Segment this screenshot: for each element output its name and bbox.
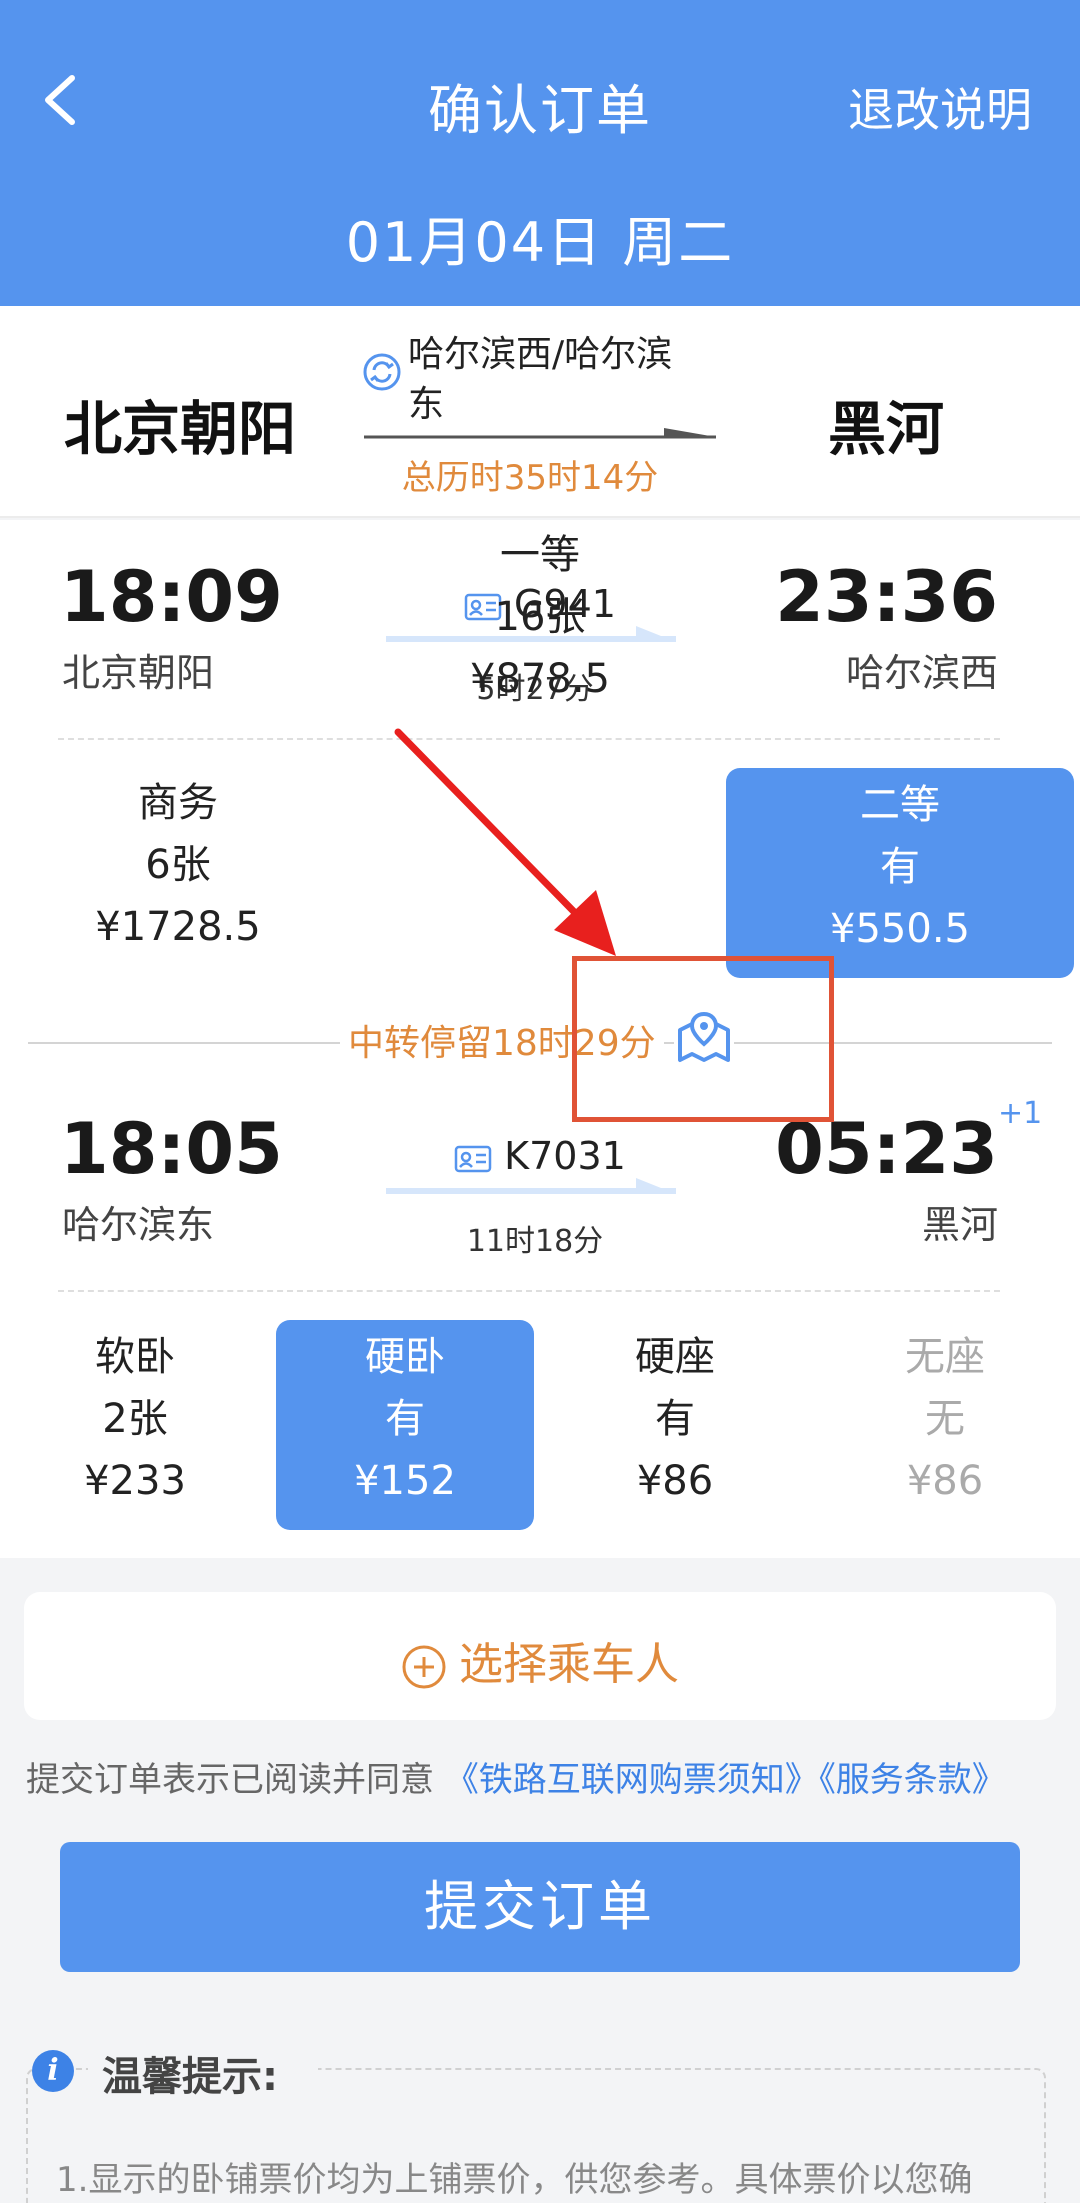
id-card-icon [454, 1145, 492, 1172]
seat-class: 硬卧 [365, 1334, 445, 1380]
leg1-arrive-time: 23:36 [775, 556, 998, 638]
leg2-arrive-station: 黑河 [921, 1203, 998, 1247]
total-duration: 总历时35时14分 [401, 458, 659, 498]
seat-availability: 有 [655, 1396, 695, 1442]
select-passenger-label: 选择乘车人 [459, 1639, 679, 1690]
seat-option-soft-sleeper[interactable]: 软卧 2张 ¥233 [40, 1320, 230, 1530]
route-summary: 北京朝阳 哈尔滨西/哈尔滨东 黑河 总历时35时14分 [0, 306, 1080, 518]
leg1-arrive-station: 哈尔滨西 [845, 651, 998, 695]
transfer-icon [363, 353, 401, 391]
leg2-train-number: K7031 [504, 1134, 626, 1178]
seat-availability: 16张 [494, 594, 586, 640]
divider [58, 1290, 1000, 1292]
seat-class: 一等 [500, 532, 580, 578]
seat-availability: 6张 [145, 842, 211, 888]
tips-title: 温馨提示: [102, 2054, 278, 2100]
agreement-text: 提交订单表示已阅读并同意 《铁路互联网购票须知》《服务条款》 [26, 1752, 1006, 1801]
ticket-notice-link[interactable]: 《铁路互联网购票须知》 [445, 1760, 819, 1800]
seat-class: 软卧 [95, 1334, 175, 1380]
seat-availability: 有 [880, 844, 920, 890]
select-passenger-button[interactable]: 选择乘车人 [24, 1592, 1056, 1720]
seat-class: 二等 [860, 782, 940, 828]
next-day-badge: +1 [998, 1096, 1043, 1131]
seat-price: ¥152 [354, 1458, 456, 1504]
seat-class: 商务 [138, 780, 218, 826]
travel-date: 01月04日 周二 [345, 211, 735, 274]
leg2-duration: 11时18分 [466, 1224, 604, 1259]
seat-option-second[interactable]: 二等 有 ¥550.5 [726, 768, 1074, 978]
terms-of-service-link[interactable]: 《服务条款》 [819, 1760, 1006, 1800]
info-icon: i [32, 2050, 74, 2092]
seat-class: 无座 [905, 1334, 985, 1380]
leg2-arrow-icon [386, 1178, 676, 1194]
transfer-station-name: 哈尔滨西/哈尔滨东 [408, 334, 673, 425]
select-passenger-row: 选择乘车人 [24, 1628, 1056, 1692]
seat-class: 硬座 [635, 1334, 715, 1380]
refund-rules-link[interactable]: 退改说明 [848, 74, 1032, 140]
seat-option-hard-seat[interactable]: 硬座 有 ¥86 [580, 1320, 770, 1530]
agreement-prefix: 提交订单表示已阅读并同意 [26, 1760, 434, 1800]
seat-price: ¥550.5 [830, 906, 970, 952]
seat-option-no-seat: 无座 无 ¥86 [850, 1320, 1040, 1530]
seat-availability: 2张 [102, 1396, 168, 1442]
submit-order-button[interactable]: 提交订单 [60, 1842, 1020, 1972]
seat-price: ¥86 [906, 1458, 984, 1504]
seat-option-hard-sleeper[interactable]: 硬卧 有 ¥152 [276, 1320, 534, 1530]
seat-price: ¥878.5 [470, 656, 610, 702]
add-circle-icon [402, 1645, 446, 1689]
seat-option-business[interactable]: 商务 6张 ¥1728.5 [60, 768, 296, 960]
seat-price: ¥233 [84, 1458, 186, 1504]
seat-option-first[interactable]: 一等 16张 ¥878.5 [422, 520, 658, 712]
seat-price: ¥86 [636, 1458, 714, 1504]
train-legs-panel: 18:09 北京朝阳 G941 5时27分 23:36 哈尔滨西 商务 6张 ¥… [0, 520, 1080, 1558]
seat-price: ¥1728.5 [95, 904, 261, 950]
route-arrow-icon [364, 428, 716, 439]
header-bar: 确认订单 退改说明 01月04日 周二 [0, 0, 1080, 306]
seat-availability: 无 [925, 1396, 965, 1442]
annotation-arrow-icon [394, 728, 616, 956]
tips-line: 1.显示的卧铺票价均为上铺票价，供您参考。具体票价以您确 [56, 2160, 973, 2200]
seat-availability: 有 [385, 1396, 425, 1442]
